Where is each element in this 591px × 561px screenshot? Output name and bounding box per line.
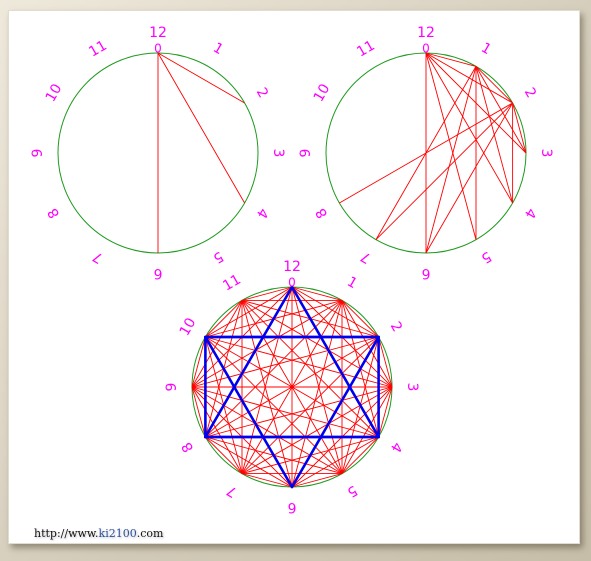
chord-0-1 [425,52,477,67]
chord-3-4 [378,386,393,438]
zero-label: 0 [154,42,162,56]
hour-label-4: 4 [387,439,405,455]
diagram-panel: 12 1 2 3 4 5 6 7 8 9 10 11 0 12 1 2 3 4 5 6 7 8 9 10 11 0 12 1 2 3 4 5 6… [8,10,580,544]
hour-label-3: 3 [270,149,286,158]
hour-label-10: 10 [43,81,66,104]
hour-label-7: 7 [224,482,240,500]
hour-label-12: 12 [417,25,435,41]
hour-label-8: 8 [313,205,331,221]
hour-label-5: 5 [210,248,226,266]
image-frame: 12 1 2 3 4 5 6 7 8 9 10 11 0 12 1 2 3 4 5 6 7 8 9 10 11 0 12 1 2 3 4 5 6… [0,0,591,561]
watermark-highlight: ki2100 [98,527,137,540]
chord-3-11 [241,300,393,388]
hour-label-11: 11 [86,38,109,61]
chord-2-6 [425,102,513,254]
hour-label-5: 5 [478,248,494,266]
chord-1-6 [425,66,477,254]
chord-9-10 [191,336,206,388]
chord-0-2 [157,52,245,104]
hour-label-10: 10 [177,315,200,338]
hour-label-3: 3 [538,149,554,158]
website-watermark[interactable]: http://www.ki2100.com [34,527,163,540]
chord-0-5 [425,52,477,240]
hour-label-1: 1 [210,40,226,58]
zero-label: 0 [422,42,430,56]
hour-label-9: 9 [30,149,46,158]
chord-2-3 [512,102,527,154]
hour-label-12: 12 [149,25,167,41]
center-wheel: 121234567891011 0 [164,259,420,515]
chord-5-9 [191,386,343,474]
hour-label-5: 5 [344,482,360,500]
hour-label-11: 11 [220,272,243,295]
hour-label-6: 6 [153,265,162,281]
left-wheel: 121234567891011 0 [30,25,286,281]
hour-label-12: 12 [283,259,301,275]
zero-label: 0 [288,276,296,290]
watermark-prefix: http://www. [34,527,99,540]
hour-label-9: 9 [164,383,180,392]
chord-9-11 [191,300,243,388]
chord-7-9 [191,386,243,474]
hour-label-1: 1 [344,274,360,292]
hour-label-7: 7 [90,248,106,266]
hour-label-6: 6 [287,499,296,515]
right-wheel: 121234567891011 0 [298,25,554,281]
hour-label-11: 11 [354,38,377,61]
hour-label-2: 2 [387,319,405,335]
hour-label-10: 10 [311,81,334,104]
hour-label-6: 6 [421,265,430,281]
hour-label-1: 1 [478,40,494,58]
hour-label-7: 7 [358,248,374,266]
hour-label-8: 8 [45,205,63,221]
chord-8-9 [191,386,206,438]
hour-label-4: 4 [253,205,271,221]
chord-2-7 [375,102,513,240]
hour-label-8: 8 [179,439,197,455]
hour-label-2: 2 [521,85,539,101]
hour-label-2: 2 [253,85,271,101]
twelve-tone-circle-diagrams: 121234567891011 0121234567891011 012123456… [30,25,554,515]
chord-0-4 [157,52,245,204]
watermark-suffix: .com [136,527,164,540]
chord-2-3 [378,336,393,388]
hour-label-3: 3 [404,383,420,392]
hour-label-4: 4 [521,205,539,221]
hour-label-9: 9 [298,149,314,158]
